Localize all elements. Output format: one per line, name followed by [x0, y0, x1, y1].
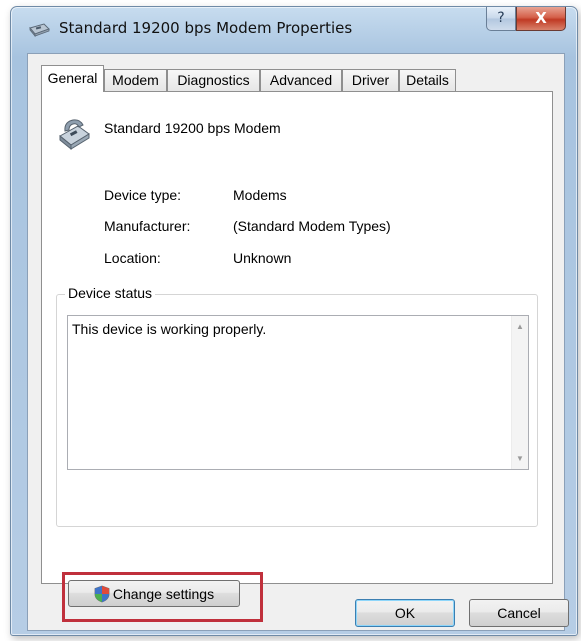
manufacturer-label: Manufacturer:: [104, 218, 191, 234]
close-icon: X: [535, 9, 547, 27]
ok-button[interactable]: OK: [355, 599, 455, 627]
tab-general[interactable]: General: [41, 65, 104, 92]
general-tab-panel: Standard 19200 bps Modem Device type: Mo…: [41, 91, 553, 584]
location-label: Location:: [104, 250, 161, 266]
device-status-group: Device status This device is working pro…: [56, 285, 538, 527]
dialog-client-area: General Modem Diagnostics Advanced Drive…: [27, 53, 565, 631]
tab-driver[interactable]: Driver: [342, 69, 399, 91]
device-type-label: Device type:: [104, 187, 182, 203]
status-scrollbar[interactable]: ▲ ▼: [511, 316, 528, 469]
window-title: Standard 19200 bps Modem Properties: [59, 19, 353, 37]
tab-diagnostics[interactable]: Diagnostics: [167, 69, 260, 91]
help-button[interactable]: ?: [486, 7, 516, 31]
change-settings-button[interactable]: Change settings: [68, 580, 240, 607]
close-button[interactable]: X: [516, 7, 566, 31]
device-status-text: This device is working properly.: [72, 321, 267, 337]
location-value: Unknown: [233, 250, 292, 266]
manufacturer-value: (Standard Modem Types): [233, 218, 391, 234]
scroll-down-icon[interactable]: ▼: [512, 450, 528, 467]
uac-shield-icon: [94, 585, 110, 602]
tab-details[interactable]: Details: [399, 69, 456, 91]
device-status-title: Device status: [65, 285, 156, 301]
change-settings-label: Change settings: [112, 585, 215, 602]
title-bar[interactable]: Standard 19200 bps Modem Properties ? X: [11, 7, 577, 53]
cancel-button[interactable]: Cancel: [469, 599, 569, 627]
tab-modem[interactable]: Modem: [104, 69, 167, 91]
help-icon: ?: [497, 10, 505, 26]
device-name: Standard 19200 bps Modem: [104, 120, 281, 136]
scroll-up-icon[interactable]: ▲: [512, 318, 528, 335]
properties-dialog: Standard 19200 bps Modem Properties ? X …: [10, 6, 578, 636]
device-type-value: Modems: [233, 187, 287, 203]
tab-advanced[interactable]: Advanced: [260, 69, 342, 91]
modem-title-icon: [29, 23, 50, 38]
modem-device-icon: [59, 119, 90, 151]
device-status-textbox[interactable]: This device is working properly. ▲ ▼: [67, 315, 529, 470]
